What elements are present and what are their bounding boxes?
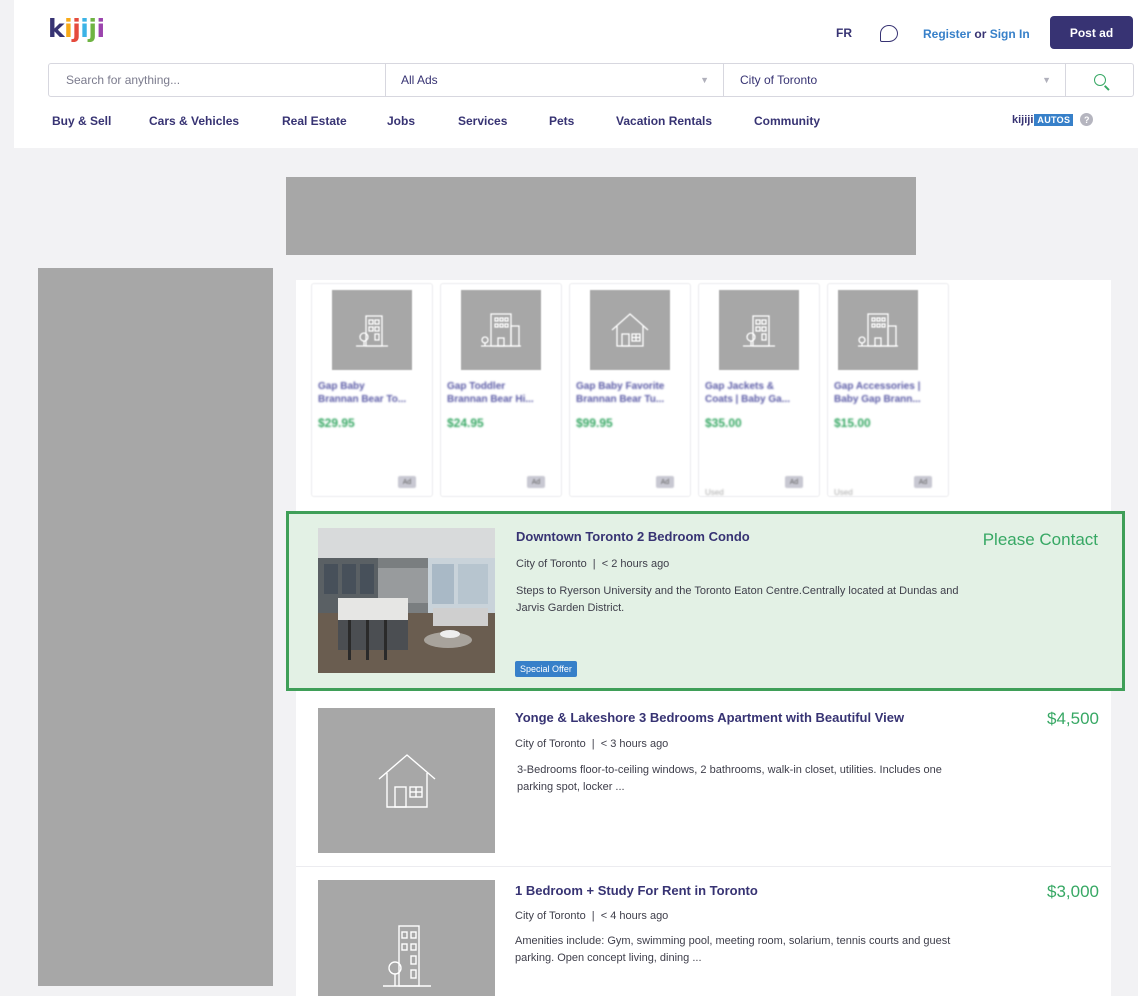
help-icon[interactable]: ?	[1080, 113, 1094, 126]
apartment-building-icon	[719, 290, 799, 370]
promoted-price: $35.00	[705, 416, 742, 430]
listing-location: City of Toronto	[515, 738, 586, 750]
autos-brand: kijiji	[1012, 113, 1034, 126]
nav-real-estate[interactable]: Real Estate	[282, 114, 347, 128]
nav-services[interactable]: Services	[458, 114, 507, 128]
nav-jobs[interactable]: Jobs	[387, 114, 415, 128]
condition-label: Used	[705, 488, 724, 497]
promoted-price: $29.95	[318, 416, 355, 430]
language-toggle[interactable]: FR	[836, 26, 852, 40]
search-input[interactable]: Search for anything...	[49, 64, 386, 96]
autos-badge: AUTOS	[1034, 113, 1074, 126]
meta-separator: |	[592, 558, 596, 570]
listing-location: City of Toronto	[516, 558, 587, 570]
ad-tag: Ad	[914, 476, 932, 488]
category-select[interactable]: All Ads ▼	[386, 64, 724, 96]
listing-time: < 4 hours ago	[600, 910, 669, 922]
listing-row[interactable]: 1 Bedroom + Study For Rent in Toronto Ci…	[296, 870, 1111, 996]
category-select-value: All Ads	[401, 73, 438, 87]
site-header: kijiji FR Register or Sign In Post ad Se…	[14, 0, 1138, 148]
search-bar: Search for anything... All Ads ▼ City of…	[48, 63, 1134, 97]
location-select[interactable]: City of Toronto ▼	[724, 64, 1066, 96]
register-link[interactable]: Register	[923, 27, 971, 41]
nav-community[interactable]: Community	[754, 114, 820, 128]
meta-separator: |	[591, 910, 595, 922]
listing-price: Please Contact	[982, 530, 1098, 549]
listing-price: $3,000	[1047, 882, 1099, 901]
listing-row[interactable]: Yonge & Lakeshore 3 Bedrooms Apartment w…	[296, 698, 1111, 863]
promoted-card[interactable]: Gap Baby Brannan Bear To... $29.95 Ad	[311, 283, 433, 497]
promoted-title: Gap Accessories | Baby Gap Brann...	[834, 381, 921, 405]
promoted-card[interactable]: Gap Toddler Brannan Bear Hi... $24.95 Ad	[440, 283, 562, 497]
listing-meta: City of Toronto | < 2 hours ago	[516, 558, 669, 570]
promoted-title: Gap Toddler Brannan Bear Hi...	[447, 381, 534, 405]
listing-location: City of Toronto	[515, 910, 586, 922]
listing-description: Amenities include: Gym, swimming pool, m…	[515, 935, 951, 964]
ad-tag: Ad	[398, 476, 416, 488]
promoted-price: $24.95	[447, 416, 484, 430]
apartment-building-icon	[382, 925, 431, 987]
ad-tag: Ad	[656, 476, 674, 488]
nav-pets[interactable]: Pets	[549, 114, 574, 128]
promoted-card[interactable]: Gap Accessories | Baby Gap Brann... $15.…	[827, 283, 949, 497]
auth-links: Register or Sign In	[923, 27, 1030, 41]
listing-description: Steps to Ryerson University and the Toro…	[516, 585, 959, 614]
house-icon	[378, 753, 435, 808]
listing-meta: City of Toronto | < 3 hours ago	[515, 738, 668, 750]
promoted-title: Gap Jackets & Coats | Baby Ga...	[705, 381, 791, 405]
listing-meta: City of Toronto | < 4 hours ago	[515, 910, 668, 922]
listing-price: $4,500	[1047, 709, 1099, 728]
chat-bubble-icon[interactable]	[880, 25, 898, 42]
chevron-down-icon: ▼	[700, 75, 709, 85]
post-ad-button[interactable]: Post ad	[1050, 16, 1133, 49]
sign-in-link[interactable]: Sign In	[990, 27, 1030, 41]
apartment-building-icon	[332, 290, 412, 370]
promoted-card[interactable]: Gap Jackets & Coats | Baby Ga... $35.00 …	[698, 283, 820, 497]
ad-tag: Ad	[785, 476, 803, 488]
search-button[interactable]	[1066, 64, 1133, 96]
listing-title[interactable]: Yonge & Lakeshore 3 Bedrooms Apartment w…	[515, 710, 904, 725]
listing-time: < 3 hours ago	[600, 738, 669, 750]
promoted-price: $15.00	[834, 416, 871, 430]
divider	[296, 866, 1111, 867]
listing-time: < 2 hours ago	[601, 558, 670, 570]
promoted-card[interactable]: Gap Baby Favorite Brannan Bear Tu... $99…	[569, 283, 691, 497]
promoted-price: $99.95	[576, 416, 613, 430]
condition-label: Used	[834, 488, 853, 497]
banner-ad-placeholder	[286, 177, 916, 255]
office-building-icon	[838, 290, 918, 370]
listing-photo[interactable]	[318, 708, 495, 853]
listing-photo[interactable]	[318, 880, 495, 996]
meta-separator: |	[591, 738, 595, 750]
location-select-value: City of Toronto	[740, 73, 818, 87]
promoted-title: Gap Baby Brannan Bear To...	[318, 381, 407, 405]
chevron-down-icon: ▼	[1042, 75, 1051, 85]
special-offer-badge: Special Offer	[515, 661, 577, 677]
listing-photo[interactable]	[318, 528, 495, 673]
kijiji-logo[interactable]: kijiji	[48, 14, 105, 43]
promoted-title: Gap Baby Favorite Brannan Bear Tu...	[576, 381, 665, 405]
listing-title[interactable]: Downtown Toronto 2 Bedroom Condo	[516, 529, 750, 544]
auth-or-text: or	[974, 27, 987, 41]
listing-description: 3-Bedrooms floor-to-ceiling windows, 2 b…	[517, 764, 942, 793]
sidebar-ad-placeholder	[38, 268, 273, 986]
nav-vacation-rentals[interactable]: Vacation Rentals	[616, 114, 712, 128]
house-icon	[590, 290, 670, 370]
featured-listing[interactable]: Downtown Toronto 2 Bedroom Condo City of…	[286, 511, 1125, 691]
listing-title[interactable]: 1 Bedroom + Study For Rent in Toronto	[515, 883, 758, 898]
nav-cars-vehicles[interactable]: Cars & Vehicles	[149, 114, 239, 128]
ad-tag: Ad	[527, 476, 545, 488]
nav-buy-sell[interactable]: Buy & Sell	[52, 114, 111, 128]
kijiji-autos-link[interactable]: kijiji AUTOS ?	[1012, 113, 1094, 126]
office-building-icon	[461, 290, 541, 370]
search-icon	[1093, 74, 1106, 86]
